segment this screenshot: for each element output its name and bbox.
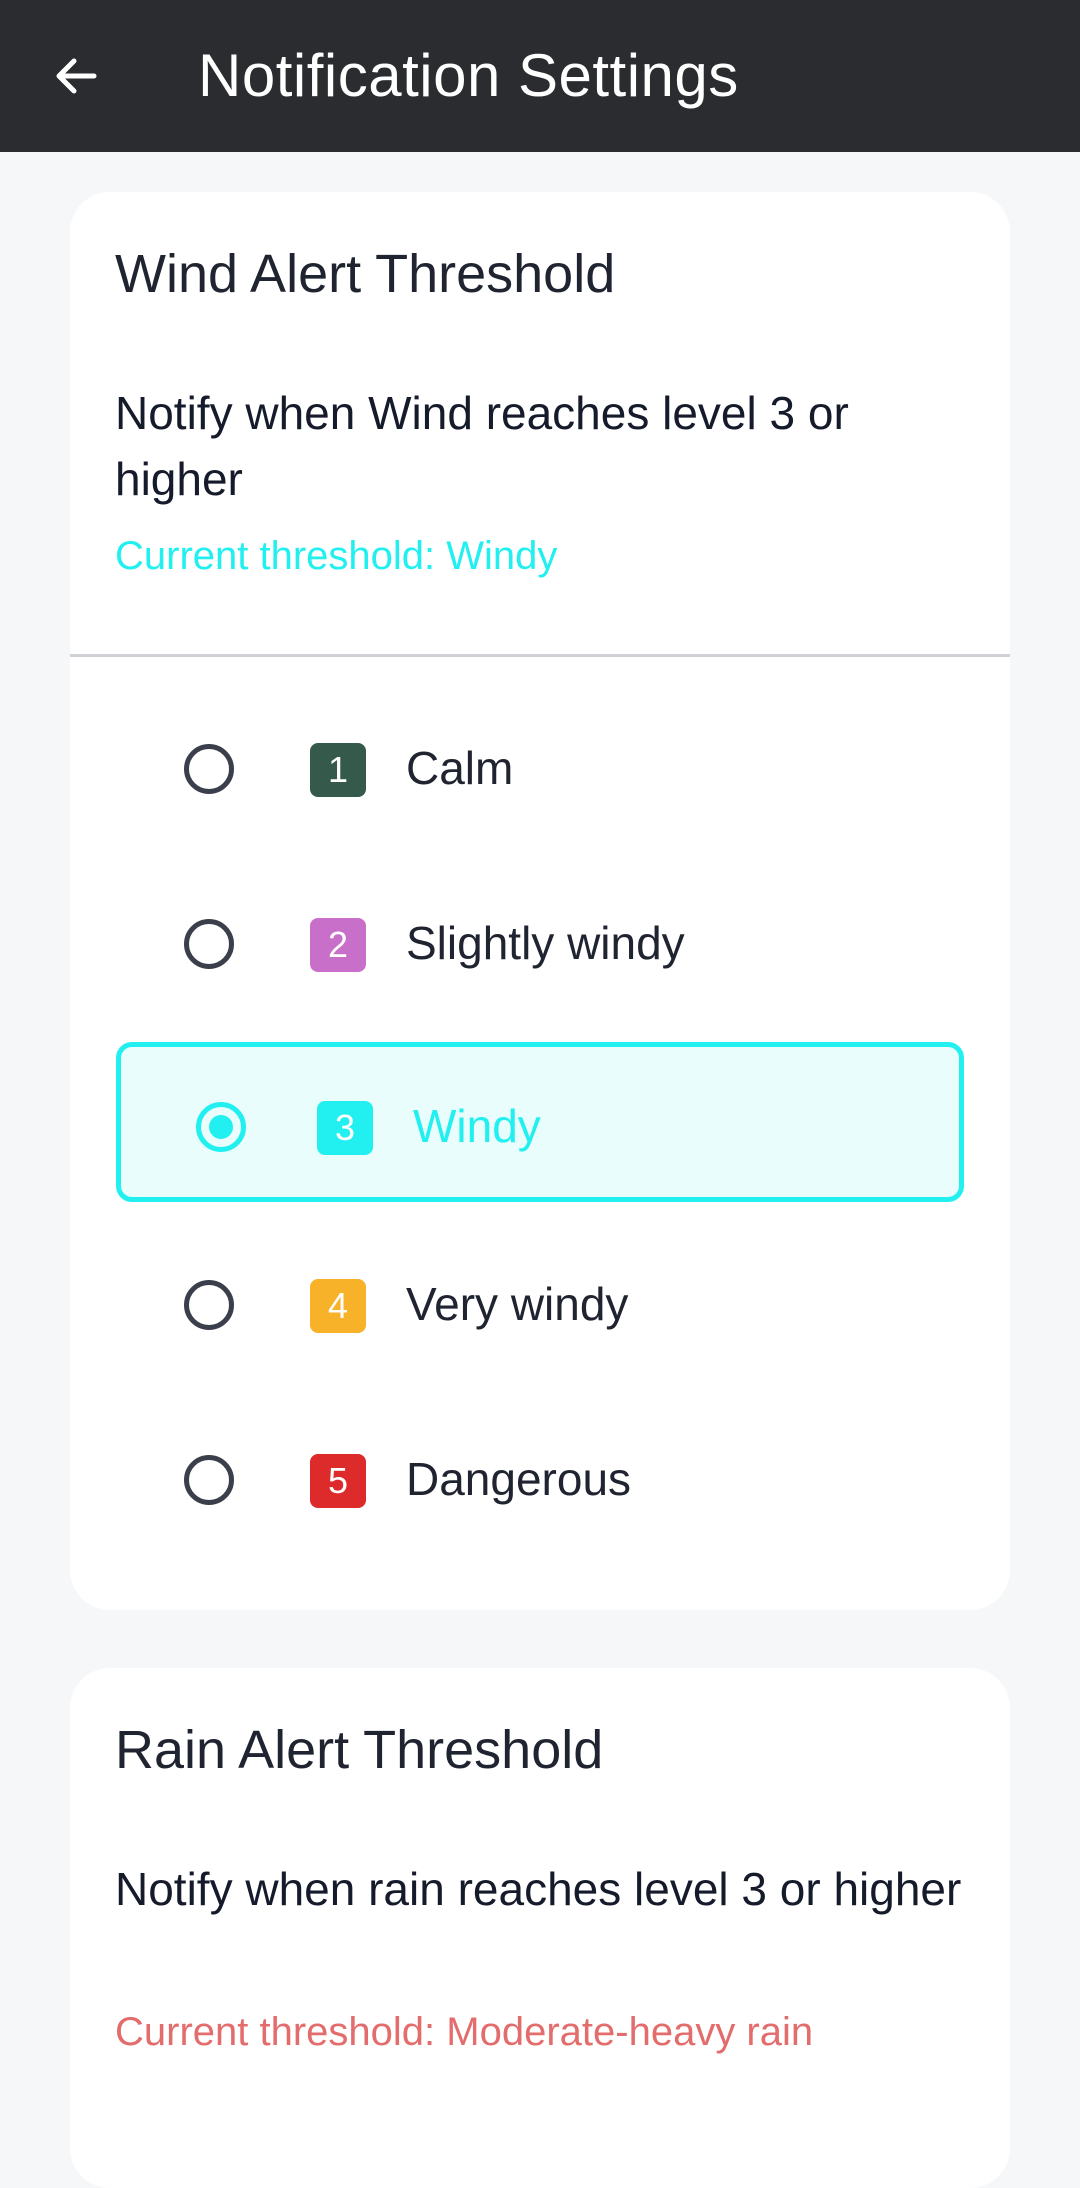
wind-option-calm[interactable]: 1 Calm <box>116 689 964 849</box>
option-label: Dangerous <box>406 1453 632 1505</box>
radio-button[interactable] <box>184 744 234 794</box>
wind-current-threshold: Current threshold: Windy <box>115 534 558 578</box>
page-title: Notification Settings <box>198 42 739 109</box>
wind-option-windy[interactable]: 3 Windy <box>116 1042 964 1202</box>
option-label: Slightly windy <box>406 917 685 969</box>
level-badge: 5 <box>310 1454 366 1508</box>
wind-option-very-windy[interactable]: 4 Very windy <box>116 1225 964 1385</box>
level-badge: 3 <box>317 1101 373 1155</box>
app-bar: Notification Settings <box>0 0 1080 152</box>
wind-card-title: Wind Alert Threshold <box>115 244 616 304</box>
wind-card-description: Notify when Wind reaches level 3 or high… <box>115 387 849 505</box>
option-label: Windy <box>413 1100 541 1152</box>
radio-button[interactable] <box>184 1455 234 1505</box>
wind-option-slightly-windy[interactable]: 2 Slightly windy <box>116 864 964 1024</box>
option-label: Calm <box>406 742 514 794</box>
rain-card-title: Rain Alert Threshold <box>115 1720 604 1780</box>
arrow-left-icon <box>56 58 97 94</box>
rain-card-description: Notify when rain reaches level 3 or high… <box>115 1863 962 1915</box>
rain-current-threshold: Current threshold: Moderate-heavy rain <box>115 2010 814 2054</box>
option-label: Very windy <box>406 1278 629 1330</box>
radio-button-selected[interactable] <box>196 1102 246 1152</box>
divider <box>70 654 1010 657</box>
level-badge: 1 <box>310 743 366 797</box>
radio-button[interactable] <box>184 1280 234 1330</box>
back-button[interactable] <box>40 40 112 112</box>
rain-alert-card: Rain Alert Threshold Notify when rain re… <box>70 1668 1010 2188</box>
radio-button[interactable] <box>184 919 234 969</box>
wind-option-dangerous[interactable]: 5 Dangerous <box>116 1400 964 1560</box>
wind-alert-card: Wind Alert Threshold Notify when Wind re… <box>70 192 1010 1610</box>
level-badge: 2 <box>310 918 366 972</box>
level-badge: 4 <box>310 1279 366 1333</box>
